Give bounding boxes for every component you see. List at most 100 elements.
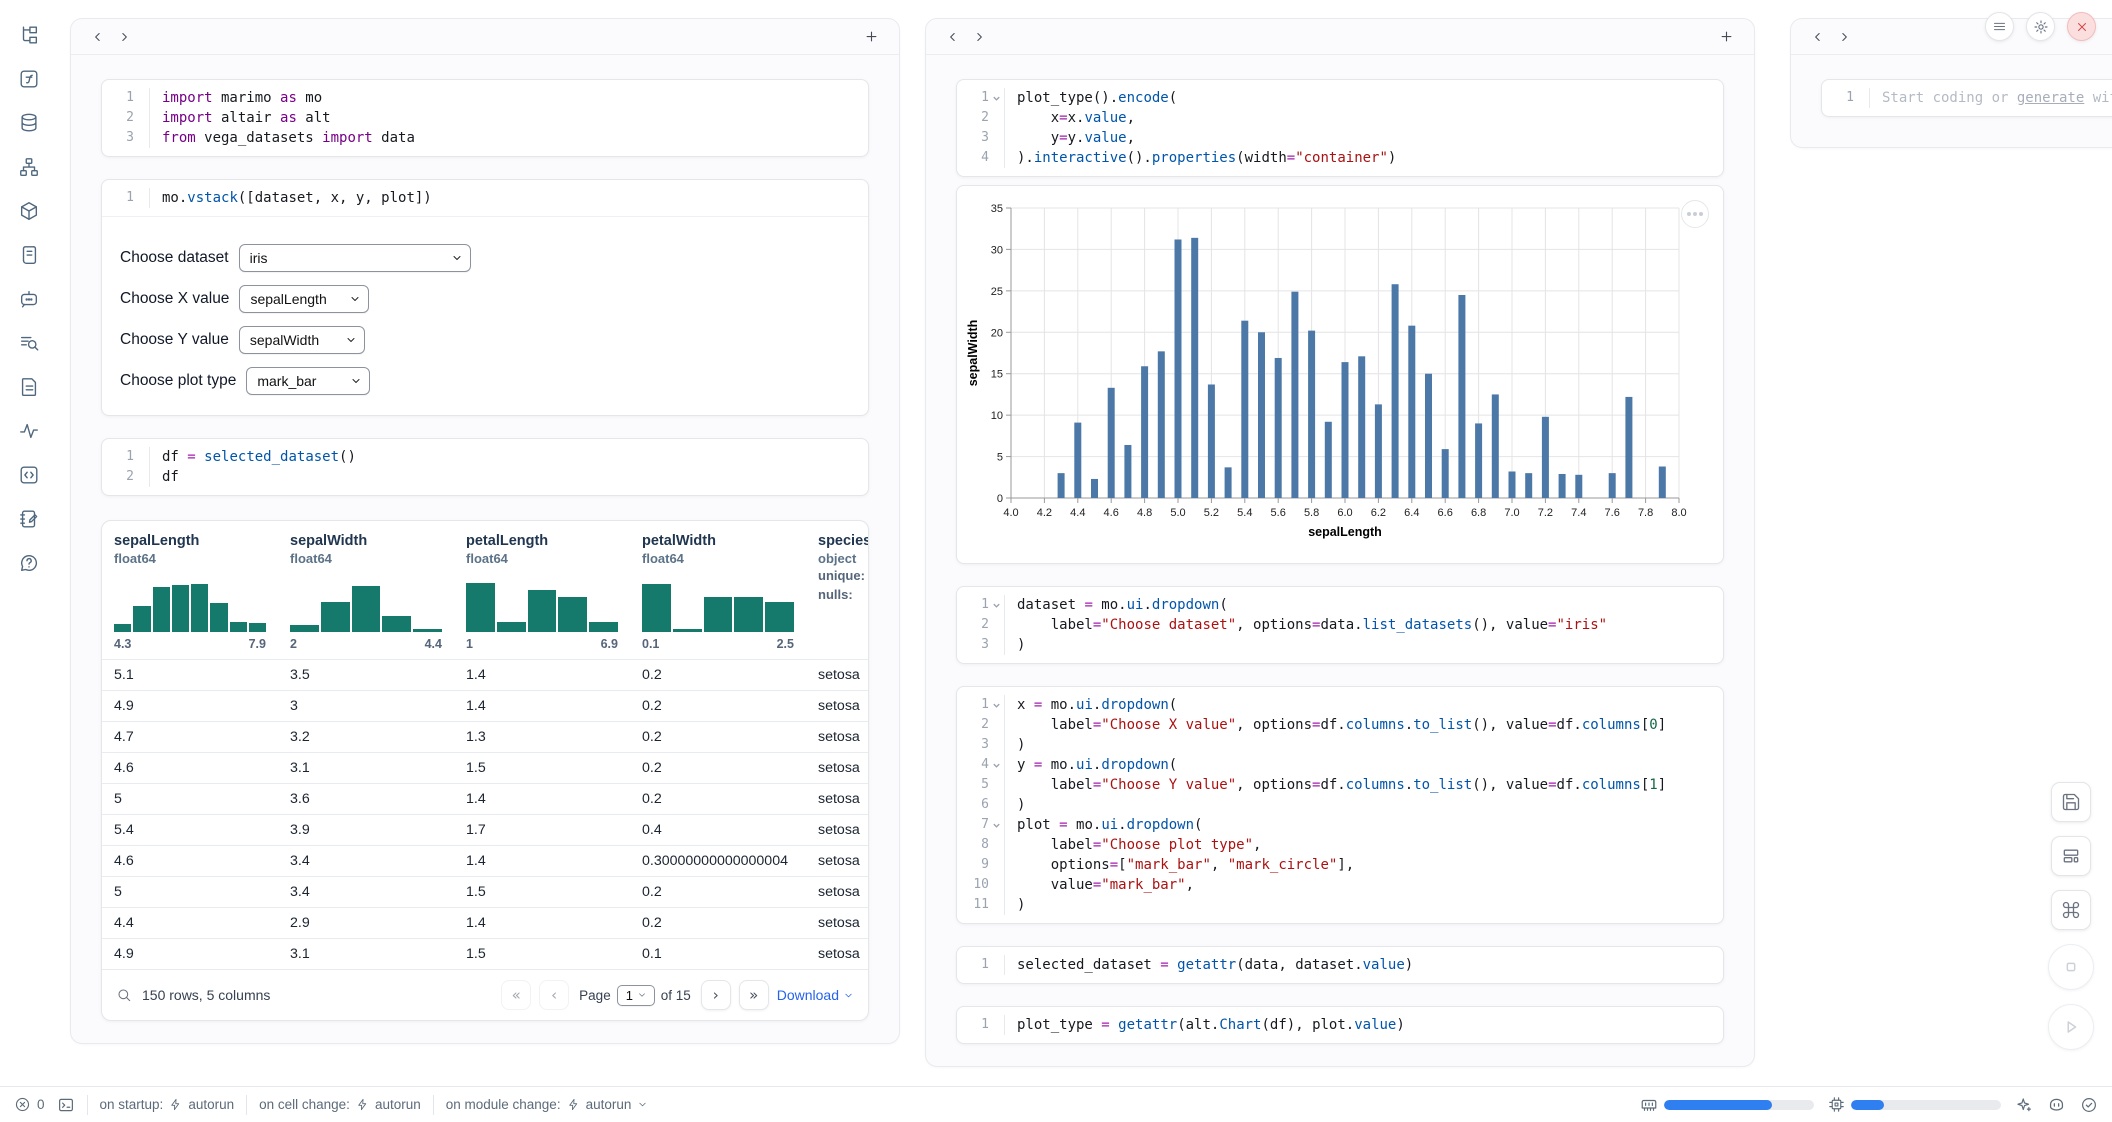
layout-icon[interactable] [2051, 836, 2091, 876]
keyboard-shortcuts-icon[interactable] [2051, 890, 2091, 930]
datasources-icon[interactable] [14, 108, 44, 138]
bar[interactable] [1408, 326, 1415, 498]
table-column-header[interactable]: sepalLengthfloat644.37.9 [102, 521, 278, 660]
table-column-header[interactable]: petalLengthfloat6416.9 [454, 521, 630, 660]
bar[interactable] [1191, 238, 1198, 498]
fold-icon[interactable] [989, 755, 1004, 775]
bar[interactable] [1392, 284, 1399, 498]
download-button[interactable]: Download [777, 987, 854, 1003]
bar[interactable] [1074, 423, 1081, 498]
bar[interactable] [1442, 449, 1449, 498]
bar[interactable] [1609, 473, 1616, 498]
documentation-icon[interactable] [14, 328, 44, 358]
altair-bar-chart[interactable]: 4.04.24.44.64.85.05.25.45.65.86.06.26.46… [963, 196, 1695, 548]
column-scroll-right-icon[interactable] [111, 26, 137, 48]
code-editor[interactable]: 1plot_type = getattr(alt.Chart(df), plot… [957, 1007, 1723, 1043]
code-editor[interactable]: 1x = mo.ui.dropdown(2 label="Choose X va… [957, 687, 1723, 923]
terminal-icon[interactable] [57, 1096, 75, 1114]
fold-icon[interactable] [989, 595, 1004, 615]
bar[interactable] [1175, 239, 1182, 498]
page-select[interactable]: 1 [617, 985, 655, 1006]
bar[interactable] [1241, 321, 1248, 498]
help-icon[interactable] [14, 548, 44, 578]
bar[interactable] [1458, 295, 1465, 498]
fold-icon[interactable] [989, 815, 1004, 835]
dataset-select[interactable]: iris [239, 244, 471, 272]
code-editor[interactable]: 1selected_dataset = getattr(data, datase… [957, 947, 1723, 983]
code-editor[interactable]: 1df = selected_dataset()2df [102, 439, 868, 495]
errors-indicator[interactable]: 0 [14, 1096, 45, 1113]
bar[interactable] [1492, 394, 1499, 498]
bar[interactable] [1275, 358, 1282, 498]
bar[interactable] [1108, 388, 1115, 498]
bar[interactable] [1325, 422, 1332, 498]
logs-icon[interactable] [14, 240, 44, 270]
bar[interactable] [1425, 374, 1432, 498]
column-scroll-right-icon[interactable] [1831, 26, 1857, 48]
fold-icon[interactable] [989, 695, 1004, 715]
snippets-icon[interactable] [14, 372, 44, 402]
ai-sparkles-icon[interactable] [2015, 1096, 2033, 1114]
bar[interactable] [1559, 474, 1566, 498]
bar[interactable] [1625, 397, 1632, 498]
packages-icon[interactable] [14, 196, 44, 226]
y-value-select[interactable]: sepalWidth [239, 326, 365, 354]
bar[interactable] [1358, 356, 1365, 498]
scratchpad-icon[interactable] [14, 504, 44, 534]
bar[interactable] [1659, 467, 1666, 498]
tracing-icon[interactable] [14, 416, 44, 446]
search-icon[interactable] [116, 987, 132, 1003]
column-scroll-left-icon[interactable] [940, 26, 966, 48]
file-explorer-icon[interactable] [14, 20, 44, 50]
bar[interactable] [1225, 467, 1232, 498]
bar[interactable] [1575, 475, 1582, 498]
chat-icon[interactable] [14, 284, 44, 314]
column-scroll-left-icon[interactable] [1805, 26, 1831, 48]
copilot-icon[interactable] [2047, 1095, 2066, 1114]
bar[interactable] [1258, 332, 1265, 498]
memory-usage[interactable] [1640, 1096, 1814, 1114]
column-scroll-left-icon[interactable] [85, 26, 111, 48]
on-module-change-setting[interactable]: on module change: autorun [446, 1097, 649, 1112]
first-page-button[interactable]: « [501, 980, 531, 1010]
table-column-header[interactable]: sepalWidthfloat6424.4 [278, 521, 454, 660]
bar[interactable] [1291, 292, 1298, 498]
dependencies-icon[interactable] [14, 152, 44, 182]
close-icon[interactable] [2067, 12, 2096, 41]
code-editor[interactable]: 1dataset = mo.ui.dropdown(2 label="Choos… [957, 587, 1723, 663]
add-column-icon[interactable] [858, 25, 885, 48]
bar[interactable] [1342, 362, 1349, 498]
bar[interactable] [1509, 471, 1516, 498]
add-column-icon[interactable] [1713, 25, 1740, 48]
prev-page-button[interactable]: ‹ [539, 980, 569, 1010]
bar[interactable] [1091, 479, 1098, 498]
chart-actions-icon[interactable] [1681, 200, 1709, 228]
next-page-button[interactable]: › [701, 980, 731, 1010]
x-value-select[interactable]: sepalLength [239, 285, 369, 313]
save-icon[interactable] [2051, 782, 2091, 822]
stop-icon[interactable] [2048, 944, 2094, 990]
bar[interactable] [1542, 417, 1549, 498]
code-editor-placeholder[interactable]: 1Start coding or generate with AI [1822, 80, 2112, 116]
code-editor[interactable]: 1plot_type().encode(2 x=x.value,3 y=y.va… [957, 80, 1723, 176]
table-column-header[interactable]: speciesobjectunique:nulls: [806, 521, 868, 660]
bar[interactable] [1375, 404, 1382, 498]
fold-icon[interactable] [989, 88, 1004, 108]
run-icon[interactable] [2048, 1004, 2094, 1050]
on-cell-change-setting[interactable]: on cell change: autorun [259, 1097, 421, 1112]
code-editor[interactable]: 1mo.vstack([dataset, x, y, plot]) [102, 180, 868, 216]
code-editor[interactable]: 1import marimo as mo2import altair as al… [102, 80, 868, 156]
bar[interactable] [1475, 423, 1482, 498]
on-startup-setting[interactable]: on startup: autorun [100, 1097, 235, 1112]
settings-gear-icon[interactable] [2026, 12, 2055, 41]
table-column-header[interactable]: petalWidthfloat640.12.5 [630, 521, 806, 660]
code-panel-icon[interactable] [14, 460, 44, 490]
column-scroll-right-icon[interactable] [966, 26, 992, 48]
last-page-button[interactable]: » [739, 980, 769, 1010]
menu-icon[interactable] [1985, 12, 2014, 41]
bar[interactable] [1525, 473, 1532, 498]
connection-status-icon[interactable] [2080, 1096, 2098, 1114]
bar[interactable] [1124, 445, 1131, 498]
bar[interactable] [1158, 351, 1165, 498]
bar[interactable] [1208, 384, 1215, 498]
